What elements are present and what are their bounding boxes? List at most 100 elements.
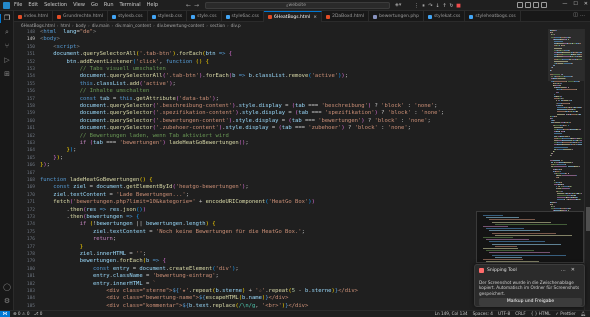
code-line[interactable]: bewertungen.forEach(b => { — [40, 258, 166, 265]
code-line[interactable]: ziel.textContent = 'Noch keine Bewertung… — [40, 229, 305, 236]
command-center-search[interactable]: ⌕ website — [205, 2, 390, 9]
code-line[interactable]: const ziel = document.getElementById('he… — [40, 184, 248, 191]
code-line[interactable]: // Inhalte umschalten — [40, 88, 150, 95]
tab-8[interactable]: bewertungen.php — [369, 11, 424, 22]
ports-status[interactable]: ⎇ 0 — [34, 311, 43, 317]
account-icon[interactable]: ◯ — [3, 283, 11, 291]
code-line[interactable]: btn.addEventListener('click', function (… — [40, 59, 209, 66]
back-arrow-icon[interactable]: ← — [186, 2, 194, 9]
close-tab-icon[interactable]: × — [313, 15, 317, 20]
run-debug-icon[interactable]: ▷ — [3, 56, 11, 64]
scrollbar-thumb[interactable] — [586, 207, 590, 231]
code-line[interactable]: const entry = document.createElement('di… — [40, 266, 239, 273]
step-out-icon[interactable]: ↑ — [442, 3, 447, 9]
menu-go[interactable]: Go — [91, 2, 98, 8]
code-line[interactable]: }); — [40, 155, 63, 162]
menu-view[interactable]: View — [73, 2, 85, 8]
search-view-icon[interactable]: ⌕ — [3, 28, 11, 36]
tab-10[interactable]: styleheatbogs.css — [465, 11, 521, 22]
code-line[interactable]: <body> — [40, 36, 60, 43]
menu-file[interactable]: File — [14, 2, 22, 8]
tab-6[interactable]: 6HeatBogs.html × — [264, 11, 323, 22]
code-line[interactable]: // Bewertungen laden, wenn Tab aktiviert… — [40, 133, 229, 140]
tab-7[interactable]: 2DaBoxd.html — [322, 11, 370, 22]
tab-1[interactable]: Grundrechte.html — [53, 11, 108, 22]
tab-9[interactable]: stylekat.css — [424, 11, 466, 22]
code-line[interactable]: .then(res => res.json()) — [40, 207, 147, 214]
code-line[interactable]: entry.innerHTML = ` — [40, 281, 156, 288]
breadcrumb-item[interactable]: div.bewertung-content — [157, 23, 204, 28]
problems-status[interactable]: ⊗ 0 ⚠ 0 — [13, 311, 30, 317]
code-line[interactable]: <html lang="de"> — [40, 29, 96, 36]
toggle-sidebar-icon[interactable] — [517, 2, 523, 8]
pause-icon[interactable]: ⏸ — [421, 3, 426, 9]
code-line[interactable]: if (!bewertungen || bewertungen.length) … — [40, 221, 216, 228]
split-editor-icon[interactable]: ◫ — [573, 12, 580, 18]
code-line[interactable]: if (tab === 'bewertungen') ladeHeatGoBew… — [40, 140, 249, 147]
code-line[interactable]: function ladeHeatGoBewertungen() { — [40, 177, 153, 184]
toggle-secondary-sidebar-icon[interactable] — [533, 2, 539, 8]
language-mode[interactable]: { } HTML — [531, 311, 551, 317]
breadcrumb-item[interactable]: div.p — [231, 23, 241, 28]
code-line[interactable]: .then(bewertungen => { — [40, 214, 140, 221]
line-ending[interactable]: CRLF — [515, 311, 526, 317]
code-line[interactable]: this.classList.add('active'); — [40, 81, 176, 88]
nav-arrows[interactable]: ←→ — [186, 2, 202, 9]
menu-terminal[interactable]: Terminal — [120, 2, 141, 8]
code-line[interactable]: <div class="kommentar">${b.text.replace(… — [40, 303, 308, 310]
step-over-icon[interactable]: ↷ — [428, 3, 433, 9]
drag-handle-icon[interactable]: ⋮ — [414, 3, 419, 9]
more-options-icon[interactable]: … — [561, 267, 571, 273]
code-line[interactable]: document.querySelector('.zubehoer-conten… — [40, 125, 411, 132]
code-line[interactable]: document.querySelectorAll('.tab-btn').fo… — [40, 51, 232, 58]
source-control-icon[interactable]: ⑂ — [3, 42, 11, 50]
breadcrumb-item[interactable]: 6HeatBogs.html — [21, 23, 55, 28]
code-line[interactable]: ziel.textContent = 'Lade Bewertungen...'… — [40, 192, 189, 199]
extensions-icon[interactable]: ⊞ — [3, 70, 11, 78]
manage-gear-icon[interactable]: ⚙ — [3, 297, 11, 305]
customize-layout-icon[interactable] — [541, 2, 547, 8]
tab-3[interactable]: stylesb.css — [148, 11, 188, 22]
remote-indicator-icon[interactable]: ⋈ — [0, 311, 10, 317]
notifications-bell-icon[interactable]: 🔔︎ — [581, 311, 586, 317]
code-line[interactable]: }); — [40, 162, 50, 169]
tab-4[interactable]: style.css — [187, 11, 222, 22]
restart-icon[interactable]: ↻ — [449, 3, 454, 9]
code-line[interactable]: document.querySelector('.beschreibung-co… — [40, 103, 438, 110]
toggle-panel-icon[interactable] — [525, 2, 531, 8]
close-window-icon[interactable]: ✕ — [584, 1, 588, 7]
menu-help[interactable]: Help — [147, 2, 158, 8]
breadcrumb-item[interactable]: body — [76, 23, 86, 28]
tab-0[interactable]: index.html — [14, 11, 53, 22]
breadcrumb-item[interactable]: section — [210, 23, 225, 28]
code-area[interactable]: <html lang="de"> <body> <script> document… — [40, 29, 540, 310]
breadcrumb-item[interactable]: html — [60, 23, 70, 28]
code-line[interactable]: fetch('bewertungen.php?limit=10&kategori… — [40, 199, 315, 206]
stop-icon[interactable]: ■ — [456, 3, 461, 9]
breadcrumb-item[interactable]: div.main_content — [115, 23, 151, 28]
menu-run[interactable]: Run — [104, 2, 114, 8]
minimize-icon[interactable]: — — [562, 1, 567, 7]
code-line[interactable]: <div class="bewertung-name">${escapeHTML… — [40, 295, 288, 302]
code-line[interactable]: // Tabs visuell umschalten — [40, 66, 166, 73]
code-line[interactable]: <script> — [40, 44, 80, 51]
cursor-position[interactable]: Ln 149, Col 134 — [435, 311, 468, 317]
menu-selection[interactable]: Selection — [44, 2, 67, 8]
copilot-icon[interactable]: ◈▾ — [395, 2, 405, 9]
close-notification-icon[interactable]: ✕ — [571, 267, 580, 273]
prettier-status[interactable]: ✓ Prettier — [555, 311, 575, 317]
code-line[interactable]: <div class="sterne">${'★'.repeat(b.stern… — [40, 288, 358, 295]
screenshot-thumbnail[interactable] — [476, 211, 584, 263]
code-line[interactable]: document.querySelector('.bewertungen-con… — [40, 118, 431, 125]
code-line[interactable]: return; — [40, 236, 116, 243]
forward-arrow-icon[interactable]: → — [194, 2, 202, 9]
tab-2[interactable]: stylesb.css — [108, 11, 148, 22]
breadcrumb-item[interactable]: div.main — [92, 23, 110, 28]
maximize-icon[interactable]: ☐ — [573, 1, 577, 7]
markup-share-button[interactable]: Markup und Freigabe — [479, 298, 582, 306]
indentation[interactable]: Spaces: 4 — [473, 311, 493, 317]
code-line[interactable]: } — [40, 244, 83, 251]
code-line[interactable]: entry.className = 'bewertung-eintrag'; — [40, 273, 219, 280]
more-actions-icon[interactable]: … — [580, 12, 587, 18]
menu-edit[interactable]: Edit — [28, 2, 38, 8]
